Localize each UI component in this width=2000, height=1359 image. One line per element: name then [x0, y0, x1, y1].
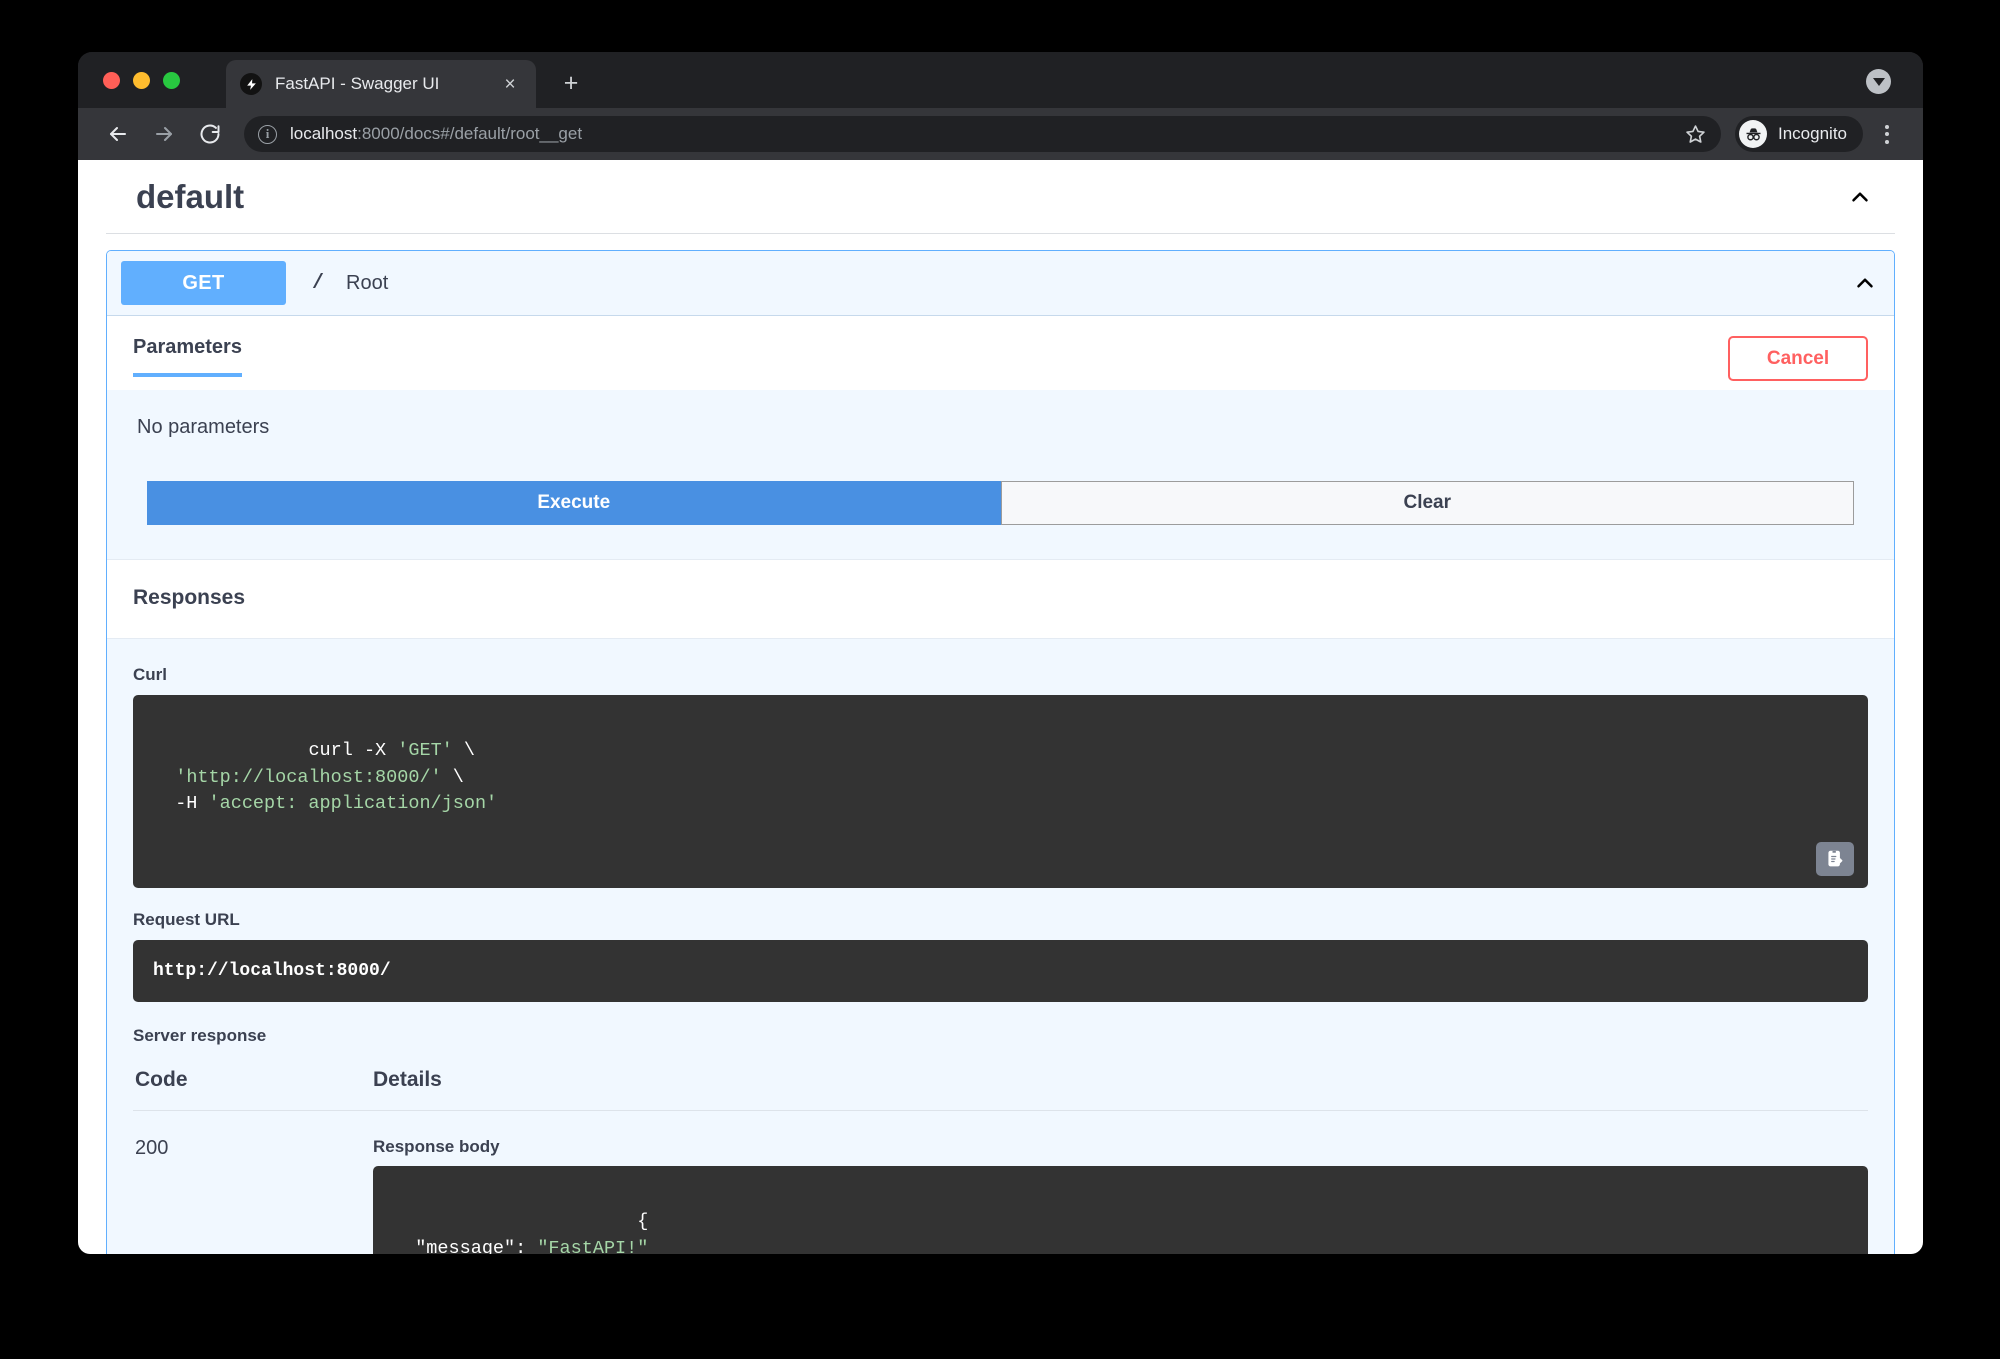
operation-body: Parameters Cancel No parameters Execute … [107, 315, 1894, 1254]
curl-code-block: curl -X 'GET' \ 'http://localhost:8000/'… [133, 695, 1868, 888]
parameters-pane: No parameters Execute Clear [107, 390, 1894, 559]
try-it-out-row: Parameters Cancel [107, 316, 1894, 390]
incognito-profile-label: Incognito [1778, 124, 1847, 144]
swagger-ui-root: default GET / Root Parameters [78, 160, 1923, 1254]
chevron-up-icon[interactable] [1845, 182, 1875, 212]
arrow-right-icon[interactable] [146, 116, 182, 152]
omnibox-url-text: localhost:8000/docs#/default/root__get [290, 124, 582, 144]
fastapi-bolt-icon [240, 73, 262, 95]
operation-block-get-root: GET / Root Parameters Cancel No paramete… [106, 250, 1895, 1254]
menu-dot [1885, 140, 1889, 144]
browser-toolbar: i localhost:8000/docs#/default/root__get… [78, 108, 1923, 160]
responses-header: Responses [107, 559, 1894, 638]
cancel-button[interactable]: Cancel [1728, 336, 1868, 381]
column-header-details: Details [253, 1060, 1868, 1111]
browser-window: FastAPI - Swagger UI × + i localhost:800… [78, 52, 1923, 1254]
responses-body: Curl curl -X 'GET' \ 'http://localhost:8… [107, 638, 1894, 1254]
tag-section-header[interactable]: default [106, 160, 1895, 234]
response-details-cell: Response body { "message": "FastAPI!" } [253, 1110, 1868, 1254]
chevron-down-circle-icon[interactable] [1866, 69, 1891, 94]
request-url-label: Request URL [133, 910, 1868, 930]
chevron-down-glyph [1873, 78, 1885, 86]
table-header-row: Code Details [133, 1060, 1868, 1111]
page-title: default [136, 178, 244, 216]
omnibox-url-path: :8000/docs#/default/root__get [357, 124, 582, 143]
new-tab-button[interactable]: + [556, 69, 586, 99]
close-window-button[interactable] [103, 72, 120, 89]
column-header-code: Code [133, 1060, 253, 1111]
incognito-hat-icon [1739, 120, 1767, 148]
response-status-code: 200 [133, 1110, 253, 1254]
http-method-badge: GET [121, 261, 286, 305]
window-traffic-lights [103, 72, 180, 89]
server-response-label: Server response [133, 1026, 1868, 1046]
page-viewport: default GET / Root Parameters [78, 160, 1923, 1254]
operation-summary-text: Root [346, 272, 388, 295]
arrow-left-icon[interactable] [100, 116, 136, 152]
table-row: 200 Response body { "message": "FastAPI!… [133, 1110, 1868, 1254]
response-body-code-block: { "message": "FastAPI!" } Download [373, 1166, 1868, 1254]
responses-title: Responses [133, 586, 1868, 610]
curl-line: curl -X 'GET' \ [308, 740, 475, 761]
curl-line: 'http://localhost:8000/' \ [153, 767, 464, 788]
operation-summary-row[interactable]: GET / Root [107, 251, 1894, 315]
maximize-window-button[interactable] [163, 72, 180, 89]
incognito-profile-badge[interactable]: Incognito [1735, 116, 1863, 152]
curl-line: -H 'accept: application/json' [153, 793, 497, 814]
response-body-line: "message": "FastAPI!" [393, 1238, 648, 1254]
close-tab-button[interactable]: × [498, 72, 522, 96]
minimize-window-button[interactable] [133, 72, 150, 89]
menu-dot [1885, 125, 1889, 129]
response-body-line: { [637, 1211, 648, 1232]
no-parameters-text: No parameters [133, 416, 1868, 439]
three-dots-vertical-icon[interactable] [1873, 125, 1901, 144]
info-circle-icon[interactable]: i [258, 125, 277, 144]
execute-clear-row: Execute Clear [133, 481, 1868, 525]
chevron-up-icon[interactable] [1850, 268, 1880, 298]
menu-dot [1885, 132, 1889, 136]
response-body-label: Response body [373, 1137, 1868, 1157]
operation-path: / [312, 272, 324, 295]
tab-parameters[interactable]: Parameters [133, 336, 242, 377]
tab-strip: FastAPI - Swagger UI × + [78, 52, 1923, 108]
server-response-table: Code Details 200 Response body [133, 1060, 1868, 1254]
omnibox[interactable]: i localhost:8000/docs#/default/root__get [244, 116, 1721, 152]
clear-button[interactable]: Clear [1001, 481, 1855, 525]
browser-tab[interactable]: FastAPI - Swagger UI × [226, 60, 536, 108]
curl-label: Curl [133, 665, 1868, 685]
browser-tab-title: FastAPI - Swagger UI [275, 74, 498, 94]
omnibox-url-host: localhost [290, 124, 357, 143]
star-icon[interactable] [1684, 123, 1707, 146]
request-url-block: http://localhost:8000/ [133, 940, 1868, 1002]
execute-button[interactable]: Execute [147, 481, 1001, 525]
reload-icon[interactable] [192, 116, 228, 152]
copy-to-clipboard-icon[interactable] [1816, 842, 1854, 876]
